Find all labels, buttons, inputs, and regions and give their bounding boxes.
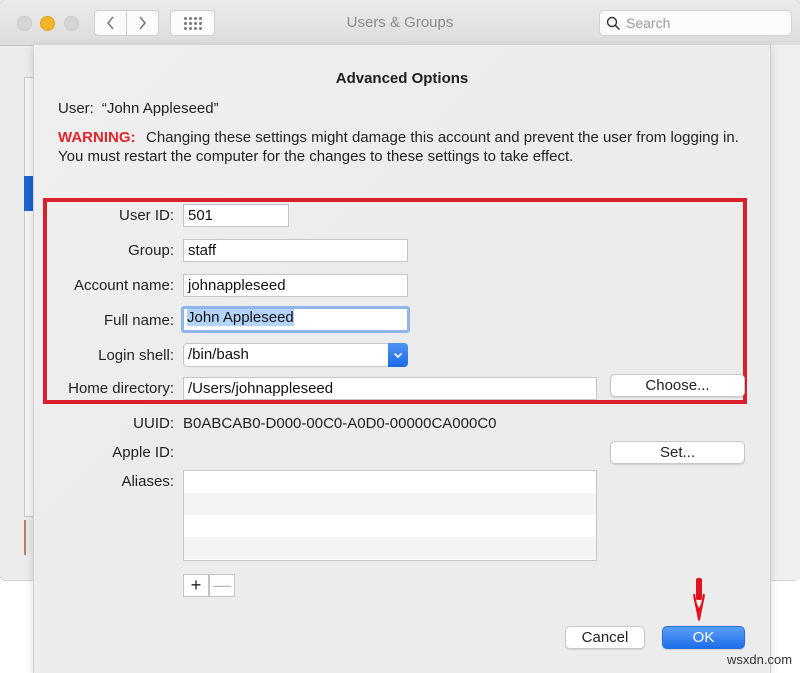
user-line: User: “John Appleseed”	[58, 100, 219, 117]
home-directory-field[interactable]: /Users/johnappleseed	[183, 377, 597, 400]
group-label: Group:	[128, 242, 174, 259]
full-name-label: Full name:	[103, 312, 174, 329]
user-id-field[interactable]: 501	[183, 204, 289, 227]
login-shell-value: /bin/bash	[188, 346, 249, 363]
popup-arrow[interactable]	[388, 343, 408, 367]
set-apple-id-button[interactable]: Set...	[610, 441, 745, 464]
aliases-list[interactable]	[183, 470, 597, 561]
warning-text: Changing these settings might damage thi…	[58, 129, 739, 165]
alias-row[interactable]	[184, 471, 596, 493]
remove-alias-button[interactable]: —	[209, 574, 235, 597]
user-id-label: User ID:	[118, 207, 174, 224]
user-label: User:	[58, 100, 94, 117]
watermark: wsxdn.com	[727, 652, 793, 667]
warning-message: WARNING: Changing these settings might d…	[58, 128, 748, 166]
apple-id-label: Apple ID:	[112, 444, 174, 461]
alias-row[interactable]	[184, 493, 596, 515]
chevron-down-icon	[393, 352, 403, 358]
group-field[interactable]: staff	[183, 239, 408, 262]
alias-row[interactable]	[184, 537, 596, 559]
login-shell-label: Login shell:	[98, 347, 174, 364]
warning-label: WARNING:	[58, 129, 136, 146]
aliases-label: Aliases:	[121, 473, 174, 490]
red-arrow-annotation-icon	[693, 578, 705, 622]
dialog-title: Advanced Options	[335, 70, 469, 87]
uuid-label: UUID:	[133, 415, 174, 432]
ok-button[interactable]: OK	[662, 626, 745, 649]
search-field[interactable]: Search	[599, 10, 792, 36]
user-value: “John Appleseed”	[101, 100, 219, 117]
search-icon	[606, 16, 621, 30]
minus-icon: —	[213, 575, 231, 595]
choose-button[interactable]: Choose...	[610, 374, 745, 397]
account-name-field[interactable]: johnappleseed	[183, 274, 408, 297]
uuid-value: B0ABCAB0-D000-00C0-A0D0-00000CA000C0	[183, 415, 497, 432]
full-name-selected-text: John Appleseed	[187, 309, 294, 326]
plus-icon: +	[190, 575, 202, 595]
advanced-options-sheet: Advanced Options User: “John Appleseed” W…	[33, 45, 771, 673]
full-name-field[interactable]: John Appleseed	[181, 306, 410, 333]
login-shell-popup[interactable]: /bin/bash	[183, 343, 408, 367]
home-directory-label: Home directory:	[68, 380, 174, 397]
account-name-label: Account name:	[73, 277, 174, 294]
alias-row[interactable]	[184, 515, 596, 537]
search-placeholder: Search	[626, 15, 671, 31]
window-right-panel	[768, 45, 800, 580]
window-toolbar: Users & Groups Search	[0, 0, 800, 46]
add-alias-button[interactable]: +	[183, 574, 209, 597]
cancel-button[interactable]: Cancel	[565, 626, 645, 649]
